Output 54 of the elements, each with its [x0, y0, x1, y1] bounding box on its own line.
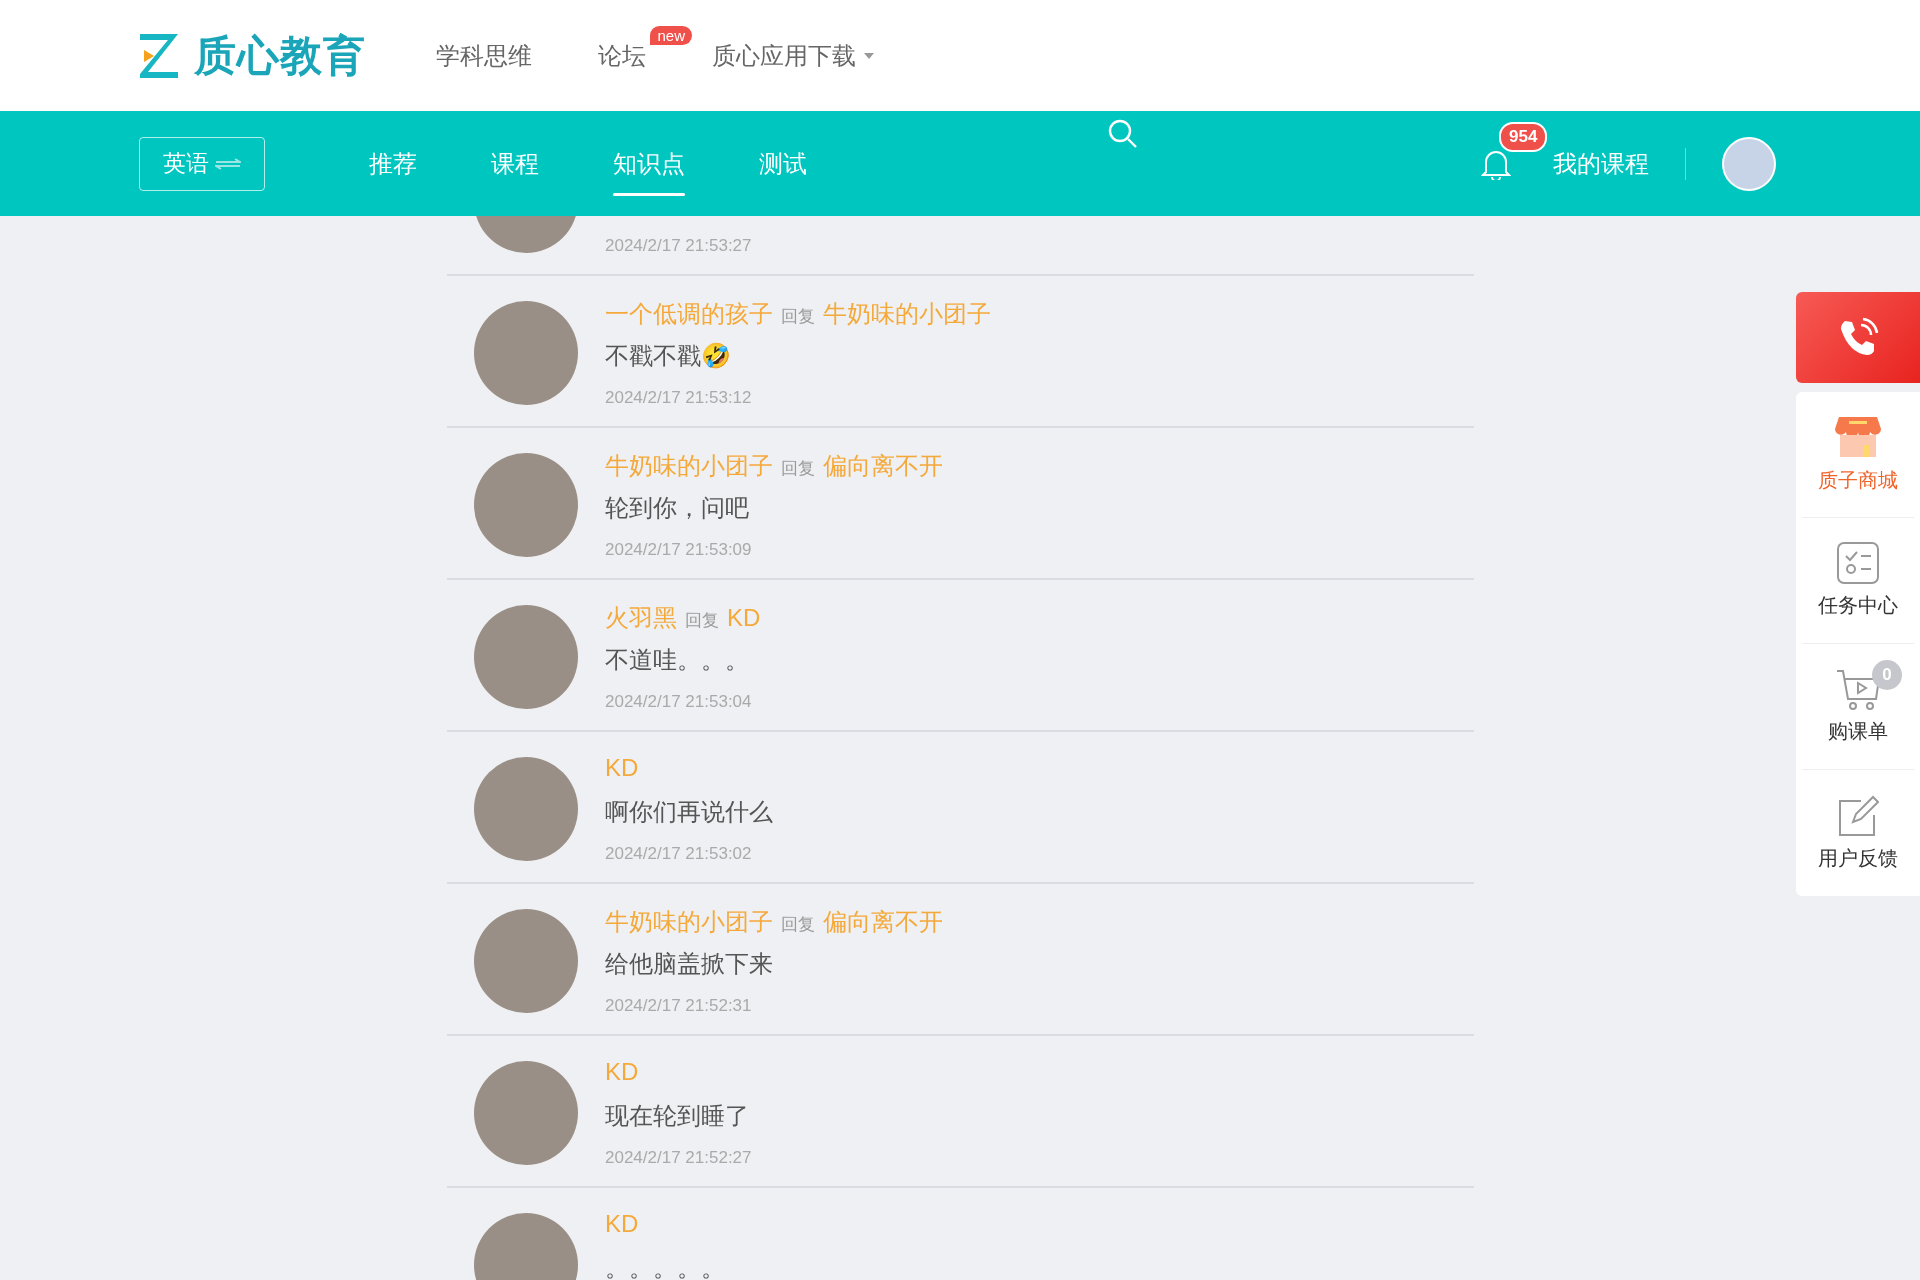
comment-text: 现在轮到睡了: [605, 1102, 749, 1129]
comment-time: 2024/2/17 21:52:31: [605, 996, 753, 1016]
nav-link[interactable]: 学科思维: [436, 39, 532, 72]
author-name[interactable]: KD: [605, 754, 639, 782]
reply-label: 回复: [781, 458, 815, 480]
comment-text: 给他脑盖掀下来: [605, 950, 773, 977]
nav-tab[interactable]: 推荐: [369, 111, 417, 216]
nav-tab[interactable]: 知识点: [613, 111, 685, 216]
comment-time: 2024/2/17 21:53:09: [605, 540, 753, 560]
reply-label: 回复: [781, 914, 815, 936]
reply-to-name[interactable]: 偏向离不开: [823, 906, 943, 938]
comment-time: 2024/2/17 21:53:27: [605, 236, 752, 256]
checklist-icon: [1837, 542, 1879, 584]
comment-time: 2024/2/17 21:53:04: [605, 692, 753, 712]
sidebar-item[interactable]: 任务中心: [1802, 518, 1914, 644]
sidebar-item[interactable]: 用户反馈: [1802, 770, 1914, 896]
comment-text: 。。。。。: [605, 1254, 725, 1280]
nav-link[interactable]: 质心应用下载: [712, 39, 874, 72]
comment-text: 不道哇。。。: [605, 646, 749, 673]
comment-time: 2024/2/17 21:53:02: [605, 844, 753, 864]
user-avatar[interactable]: [1722, 136, 1776, 191]
shop-icon: [1835, 415, 1881, 459]
edit-icon: [1837, 794, 1879, 837]
reply-to-name[interactable]: 牛奶味的小团子: [823, 298, 991, 330]
comment-time: 2024/2/17 21:52:27: [605, 1148, 752, 1168]
sidebar-item[interactable]: 质子商城: [1802, 392, 1914, 518]
comment-text: 不戳不戳🤣: [605, 342, 731, 369]
switch-icon: [215, 157, 241, 170]
author-name[interactable]: 牛奶味的小团子: [605, 450, 773, 482]
reply-to-name[interactable]: 偏向离不开: [823, 450, 943, 482]
notification-badge: 954: [1499, 121, 1548, 152]
logo-icon: [138, 31, 180, 80]
search-icon[interactable]: [1108, 119, 1138, 149]
count-badge: 0: [1872, 660, 1902, 690]
comment-time: 2024/2/17 21:53:12: [605, 388, 753, 408]
my-courses-link[interactable]: 我的课程: [1553, 147, 1649, 180]
new-badge: new: [650, 25, 692, 45]
reply-label: 回复: [685, 610, 719, 632]
logo-text: 质心教育: [194, 30, 366, 81]
cart-icon: [1836, 668, 1880, 710]
author-name[interactable]: 牛奶味的小团子: [605, 906, 773, 938]
sidebar-item[interactable]: 0 购课单: [1802, 644, 1914, 770]
author-name[interactable]: KD: [605, 1210, 639, 1238]
nav-tab[interactable]: 课程: [491, 111, 539, 216]
comment-text: 轮到你，问吧: [605, 494, 749, 521]
author-name[interactable]: 一个低调的孩子: [605, 298, 773, 330]
reply-label: 回复: [781, 306, 815, 328]
author-name[interactable]: KD: [605, 1058, 639, 1086]
subject-switch-button[interactable]: 英语: [139, 136, 265, 191]
reply-to-name[interactable]: KD: [727, 604, 761, 632]
nav-tab[interactable]: 测试: [759, 111, 807, 216]
comment-text: 啊你们再说什么: [605, 798, 773, 825]
phone-button[interactable]: [1796, 292, 1920, 383]
author-name[interactable]: 火羽黑: [605, 602, 677, 634]
